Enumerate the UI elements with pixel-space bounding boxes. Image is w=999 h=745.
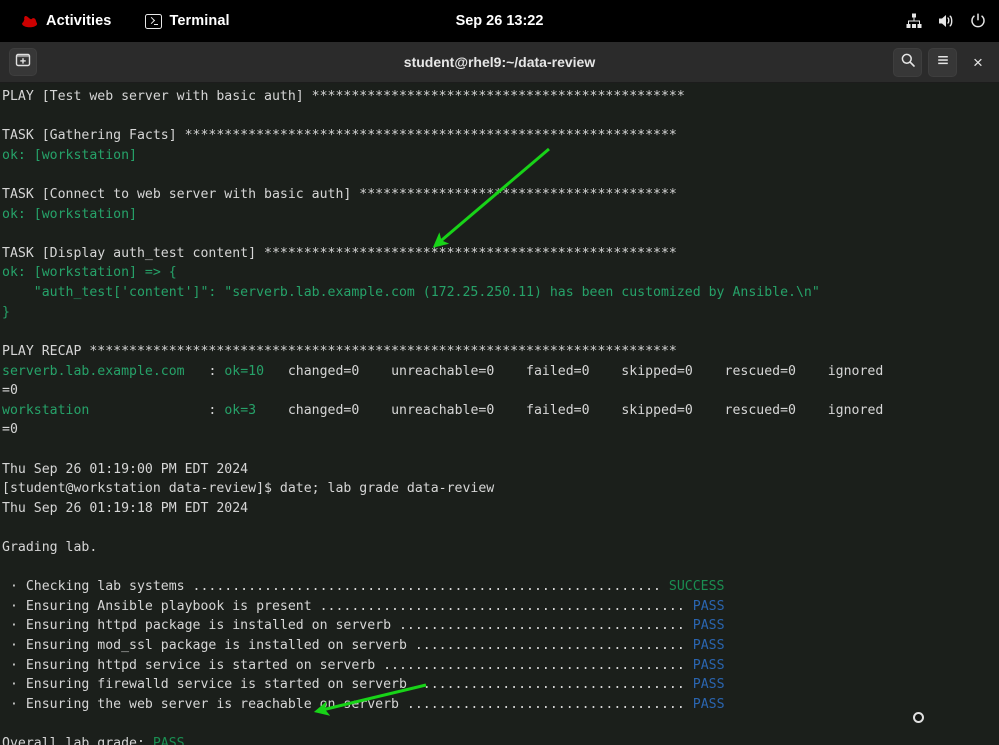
terminal-text: · Ensuring Ansible playbook is present .… [2,599,685,614]
terminal-line: · Ensuring firewalld service is started … [2,675,999,695]
terminal-text: PLAY RECAP *****************************… [2,344,677,359]
terminal-line: =0 [2,420,999,440]
terminal-line: Grading lab. [2,538,999,558]
terminal-line: TASK [Gathering Facts] *****************… [2,126,999,146]
terminal-line: [student@workstation data-review]$ date;… [2,479,999,499]
hamburger-menu-icon [935,52,951,73]
terminal-line [2,558,999,578]
terminal-line: =0 [2,381,999,401]
terminal-line: Thu Sep 26 01:19:00 PM EDT 2024 [2,460,999,480]
terminal-text: Overall lab grade: [2,736,153,745]
terminal-line: ok: [workstation] [2,146,999,166]
menu-button[interactable] [928,48,957,77]
terminal-line [2,224,999,244]
terminal-text: workstation [2,403,89,418]
terminal-text: · Ensuring mod_ssl package is installed … [2,638,685,653]
terminal-text: · Ensuring httpd service is started on s… [2,658,685,673]
terminal-text: PASS [153,736,185,745]
terminal-text: changed=0 unreachable=0 failed=0 skipped… [256,403,883,418]
terminal-text: ok: [workstation] [2,207,137,222]
terminal-text: =0 [2,422,18,437]
terminal-line: serverb.lab.example.com : ok=10 changed=… [2,362,999,382]
close-button[interactable]: × [965,48,991,77]
terminal-text: PASS [685,638,725,653]
terminal-line: TASK [Connect to web server with basic a… [2,185,999,205]
terminal-line [2,518,999,538]
terminal-text: =0 [2,383,18,398]
search-icon [900,52,916,73]
terminal-line [2,715,999,735]
volume-icon [937,12,955,30]
terminal-line [2,322,999,342]
terminal-text: PASS [685,677,725,692]
terminal-line [2,165,999,185]
terminal-lines: PLAY [Test web server with basic auth] *… [2,87,999,745]
terminal-text: · Ensuring the web server is reachable o… [2,697,685,712]
terminal-text: · Ensuring firewalld service is started … [2,677,685,692]
window-title: student@rhel9:~/data-review [0,54,999,70]
terminal-text: ok=10 [224,364,264,379]
terminal-text: PASS [685,697,725,712]
terminal-text: · Ensuring httpd package is installed on… [2,618,685,633]
app-menu-terminal[interactable]: Terminal [136,6,238,36]
terminal-line: } [2,303,999,323]
terminal-text: ok: [workstation] => { [2,265,177,280]
terminal-text: Thu Sep 26 01:19:00 PM EDT 2024 [2,462,248,477]
terminal-text: · Checking lab systems .................… [2,579,661,594]
terminal-text: Thu Sep 26 01:19:18 PM EDT 2024 [2,501,248,516]
activities-label: Activities [46,13,111,29]
mouse-cursor [913,712,924,723]
terminal-text: [student@workstation data-review]$ date;… [2,481,494,496]
window-titlebar[interactable]: student@rhel9:~/data-review [0,42,999,83]
terminal-text: "auth_test['content']": "serverb.lab.exa… [2,285,820,300]
terminal-text: PASS [685,599,725,614]
terminal-line: "auth_test['content']": "serverb.lab.exa… [2,283,999,303]
redhat-logo-icon [19,13,39,29]
terminal-text: changed=0 unreachable=0 failed=0 skipped… [264,364,883,379]
terminal-line: ok: [workstation] => { [2,263,999,283]
terminal-text: PLAY [Test web server with basic auth] *… [2,89,685,104]
terminal-line: Overall lab grade: PASS [2,734,999,745]
terminal-output-area[interactable]: PLAY [Test web server with basic auth] *… [0,83,999,745]
terminal-icon [145,14,162,29]
system-tray[interactable] [905,0,987,42]
terminal-line: · Checking lab systems .................… [2,577,999,597]
terminal-text: PASS [685,618,725,633]
terminal-text: : [185,364,225,379]
terminal-text: : [89,403,224,418]
terminal-line: PLAY [Test web server with basic auth] *… [2,87,999,107]
network-icon [905,12,923,30]
terminal-text: TASK [Display auth_test content] *******… [2,246,677,261]
terminal-text: ok: [workstation] [2,148,137,163]
terminal-text: ok=3 [224,403,256,418]
terminal-line: workstation : ok=3 changed=0 unreachable… [2,401,999,421]
terminal-text: TASK [Connect to web server with basic a… [2,187,677,202]
terminal-line: TASK [Display auth_test content] *******… [2,244,999,264]
activities-button[interactable]: Activities [10,6,120,36]
terminal-text: Grading lab. [2,540,97,555]
app-menu-label: Terminal [169,13,229,29]
terminal-text: SUCCESS [661,579,725,594]
gnome-top-bar: Activities Terminal Sep 26 13:22 [0,0,999,42]
terminal-text: TASK [Gathering Facts] *****************… [2,128,677,143]
new-tab-icon [15,52,31,73]
new-tab-button[interactable] [9,48,37,76]
terminal-line: · Ensuring httpd package is installed on… [2,616,999,636]
terminal-text: PASS [685,658,725,673]
terminal-line [2,440,999,460]
terminal-text: serverb.lab.example.com [2,364,185,379]
terminal-line: PLAY RECAP *****************************… [2,342,999,362]
terminal-text: } [2,305,10,320]
terminal-line [2,107,999,127]
terminal-line: · Ensuring mod_ssl package is installed … [2,636,999,656]
terminal-line: · Ensuring httpd service is started on s… [2,656,999,676]
search-button[interactable] [893,48,922,77]
power-icon [969,12,987,30]
terminal-line: Thu Sep 26 01:19:18 PM EDT 2024 [2,499,999,519]
window-actions: × [893,42,991,83]
terminal-window: student@rhel9:~/data-review [0,42,999,745]
terminal-line: ok: [workstation] [2,205,999,225]
terminal-line: · Ensuring Ansible playbook is present .… [2,597,999,617]
terminal-line: · Ensuring the web server is reachable o… [2,695,999,715]
